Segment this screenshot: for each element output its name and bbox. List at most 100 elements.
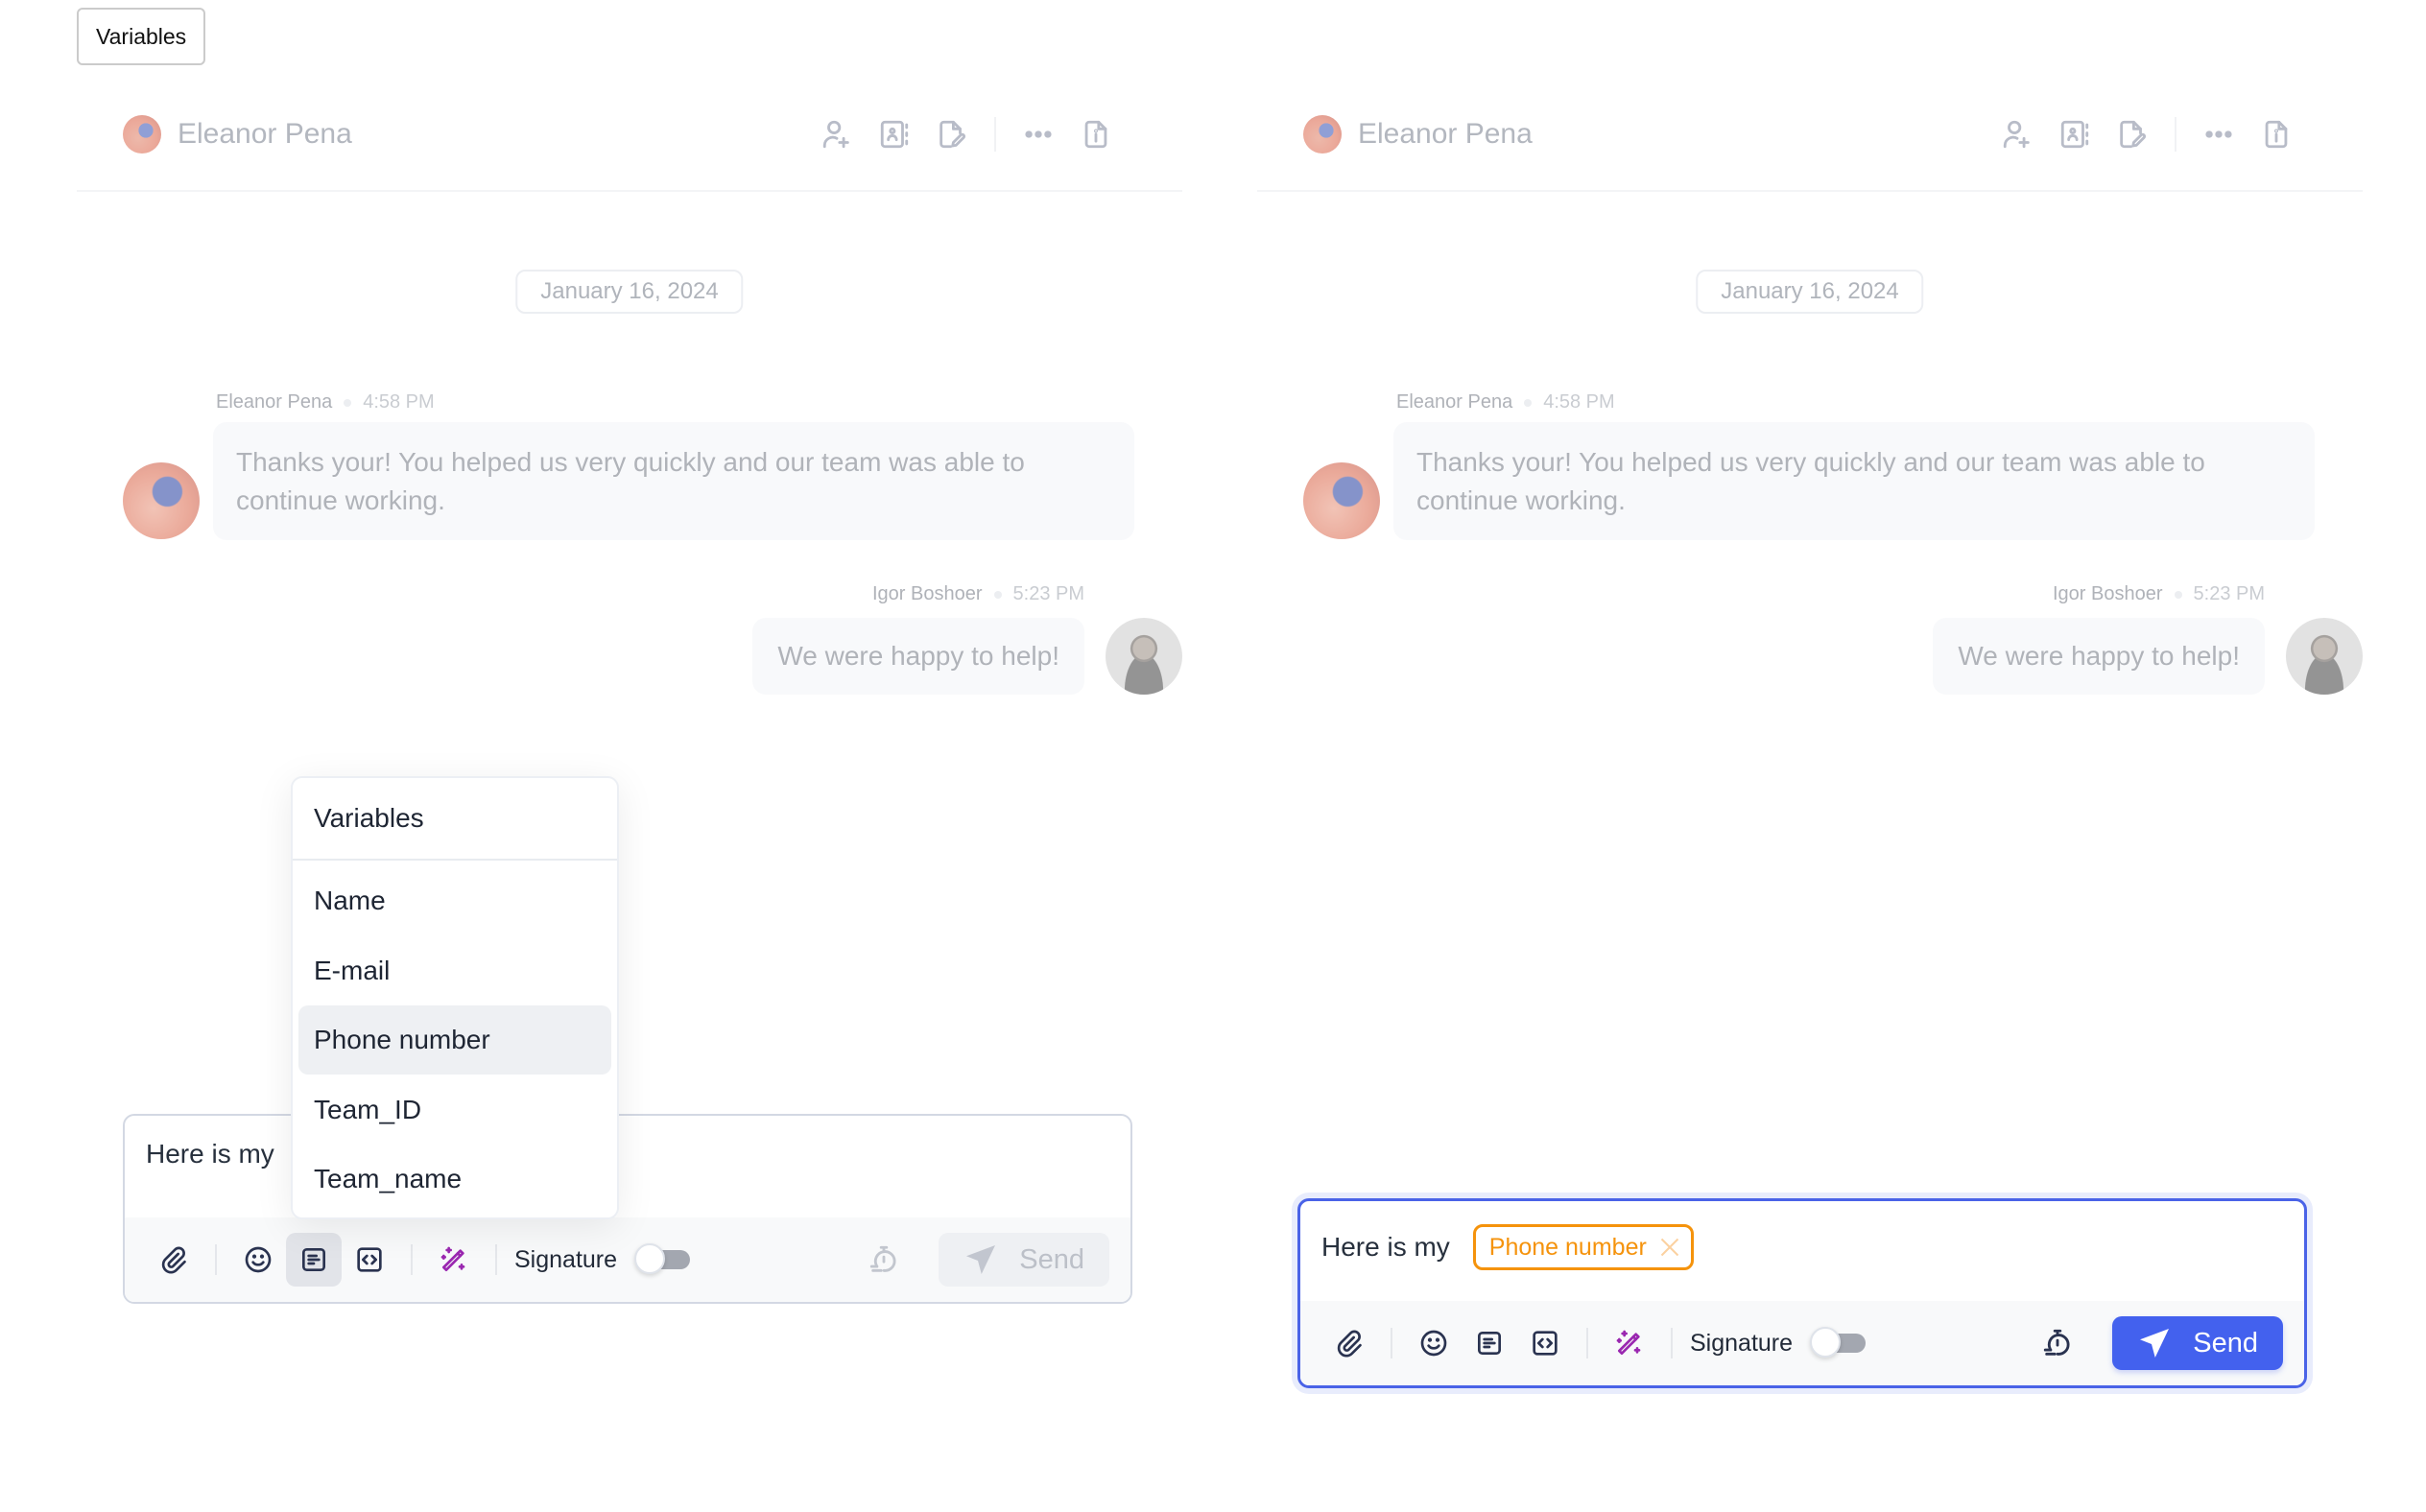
contact-book-icon xyxy=(880,120,909,149)
send-label: Send xyxy=(2193,1327,2258,1358)
contact-avatar xyxy=(123,115,161,154)
ai-assist-button[interactable] xyxy=(426,1233,482,1287)
contact-book-icon xyxy=(2060,120,2089,149)
info-button[interactable] xyxy=(2248,111,2305,157)
send-icon xyxy=(966,1245,996,1274)
contact-card-button[interactable] xyxy=(2046,111,2104,157)
variables-button[interactable] xyxy=(286,1233,342,1287)
more-button[interactable] xyxy=(2190,111,2248,157)
variable-option-phone-number[interactable]: Phone number xyxy=(298,1005,611,1075)
timer-icon xyxy=(870,1245,896,1272)
variable-chip-label: Phone number xyxy=(1488,1233,1647,1261)
composer-input[interactable]: Here is my Phone number xyxy=(1321,1224,1694,1270)
variable-option-name[interactable]: Name xyxy=(298,866,611,935)
signature-toggle[interactable] xyxy=(634,1243,691,1274)
message-author: Eleanor Pena xyxy=(1396,391,1513,413)
code-button[interactable] xyxy=(1517,1316,1573,1370)
send-button[interactable]: Send xyxy=(2112,1316,2283,1370)
edit-note-button[interactable] xyxy=(2104,111,2161,157)
code-icon xyxy=(357,1247,382,1272)
message-meta: Igor Boshoer 5:23 PM xyxy=(2053,583,2265,605)
ai-assist-button[interactable] xyxy=(1602,1316,1657,1370)
code-button[interactable] xyxy=(342,1233,397,1287)
toolbar-divider xyxy=(495,1244,497,1275)
toolbar-divider xyxy=(411,1244,413,1275)
timer-icon xyxy=(2044,1329,2070,1356)
agent-avatar xyxy=(2286,618,2363,695)
message-author: Igor Boshoer xyxy=(2053,583,2163,604)
agent-avatar xyxy=(1106,618,1182,695)
file-info-icon xyxy=(1084,120,1107,149)
composer-input[interactable]: Here is my xyxy=(146,1139,274,1169)
message-meta: Eleanor Pena 4:58 PM xyxy=(216,391,435,413)
emoji-button[interactable] xyxy=(230,1233,286,1287)
schedule-button[interactable] xyxy=(860,1236,908,1284)
send-button[interactable]: Send xyxy=(939,1233,1109,1287)
header-divider xyxy=(2175,117,2176,152)
variables-menu-list: Name E-mail Phone number Team_ID Team_na… xyxy=(293,861,617,1214)
chat-header: Eleanor Pena xyxy=(1257,86,2363,192)
contact-name: Eleanor Pena xyxy=(1358,118,1533,150)
remove-variable-icon[interactable] xyxy=(1660,1238,1679,1257)
composer-toolbar: Signature Send xyxy=(125,1217,1130,1302)
variables-label: Variables xyxy=(77,8,206,65)
composer-text: Here is my xyxy=(146,1139,274,1169)
meta-dot xyxy=(993,590,1002,599)
message-composer[interactable]: Here is my Phone number Signature Send xyxy=(1297,1198,2307,1388)
toolbar-divider xyxy=(215,1244,217,1275)
code-icon xyxy=(1533,1331,1558,1356)
file-edit-icon xyxy=(939,120,965,149)
info-button[interactable] xyxy=(1067,111,1125,157)
chat-panel-left: Eleanor Pena January 16, 2024 Eleanor Pe… xyxy=(77,86,1182,1429)
emoji-button[interactable] xyxy=(1406,1316,1462,1370)
variable-option-email[interactable]: E-mail xyxy=(298,936,611,1005)
message-time: 4:58 PM xyxy=(1543,391,1615,413)
author-avatar xyxy=(123,462,200,539)
paperclip-icon xyxy=(161,1246,186,1274)
message-bubble-incoming: Thanks your! You helped us very quickly … xyxy=(1393,422,2315,540)
magic-wand-icon xyxy=(1616,1330,1641,1355)
toggle-knob xyxy=(634,1243,666,1274)
meta-dot xyxy=(2174,590,2182,599)
signature-label: Signature xyxy=(514,1245,618,1273)
header-actions xyxy=(808,111,1125,157)
attach-button[interactable] xyxy=(146,1233,202,1287)
chat-header: Eleanor Pena xyxy=(77,86,1182,192)
variables-button[interactable] xyxy=(1462,1316,1517,1370)
toolbar-divider xyxy=(1586,1328,1588,1358)
attach-button[interactable] xyxy=(1321,1316,1377,1370)
message-time: 4:58 PM xyxy=(363,391,435,413)
header-actions xyxy=(1988,111,2305,157)
variables-menu-title: Variables xyxy=(293,778,617,861)
add-user-button[interactable] xyxy=(1988,111,2046,157)
date-divider: January 16, 2024 xyxy=(515,270,744,314)
file-edit-icon xyxy=(2120,120,2146,149)
send-icon xyxy=(2140,1329,2170,1358)
add-user-button[interactable] xyxy=(808,111,866,157)
message-bubble-incoming: Thanks your! You helped us very quickly … xyxy=(213,422,1134,540)
send-label: Send xyxy=(1019,1243,1084,1275)
contact-avatar xyxy=(1303,115,1342,154)
more-button[interactable] xyxy=(1010,111,1067,157)
variable-chip[interactable]: Phone number xyxy=(1472,1224,1694,1270)
contact-card-button[interactable] xyxy=(866,111,923,157)
variables-menu: Variables Name E-mail Phone number Team_… xyxy=(291,776,619,1219)
author-avatar xyxy=(1303,462,1380,539)
composer-text: Here is my xyxy=(1321,1232,1450,1262)
message-bubble-outgoing: We were happy to help! xyxy=(1933,618,2265,695)
toolbar-divider xyxy=(1671,1328,1673,1358)
schedule-button[interactable] xyxy=(2034,1319,2081,1367)
header-divider xyxy=(994,117,996,152)
date-divider: January 16, 2024 xyxy=(1696,270,1924,314)
composer-toolbar: Signature Send xyxy=(1300,1301,2304,1385)
message-time: 5:23 PM xyxy=(1012,583,1084,604)
signature-label: Signature xyxy=(1690,1329,1794,1357)
variable-option-team-id[interactable]: Team_ID xyxy=(298,1075,611,1145)
signature-toggle[interactable] xyxy=(1810,1327,1867,1358)
meta-dot xyxy=(1524,398,1533,407)
message-composer[interactable]: Here is my Signature Send xyxy=(123,1114,1132,1304)
paperclip-icon xyxy=(1337,1330,1362,1358)
user-plus-icon xyxy=(2003,120,2030,149)
edit-note-button[interactable] xyxy=(923,111,981,157)
variable-option-team-name[interactable]: Team_name xyxy=(298,1145,611,1214)
